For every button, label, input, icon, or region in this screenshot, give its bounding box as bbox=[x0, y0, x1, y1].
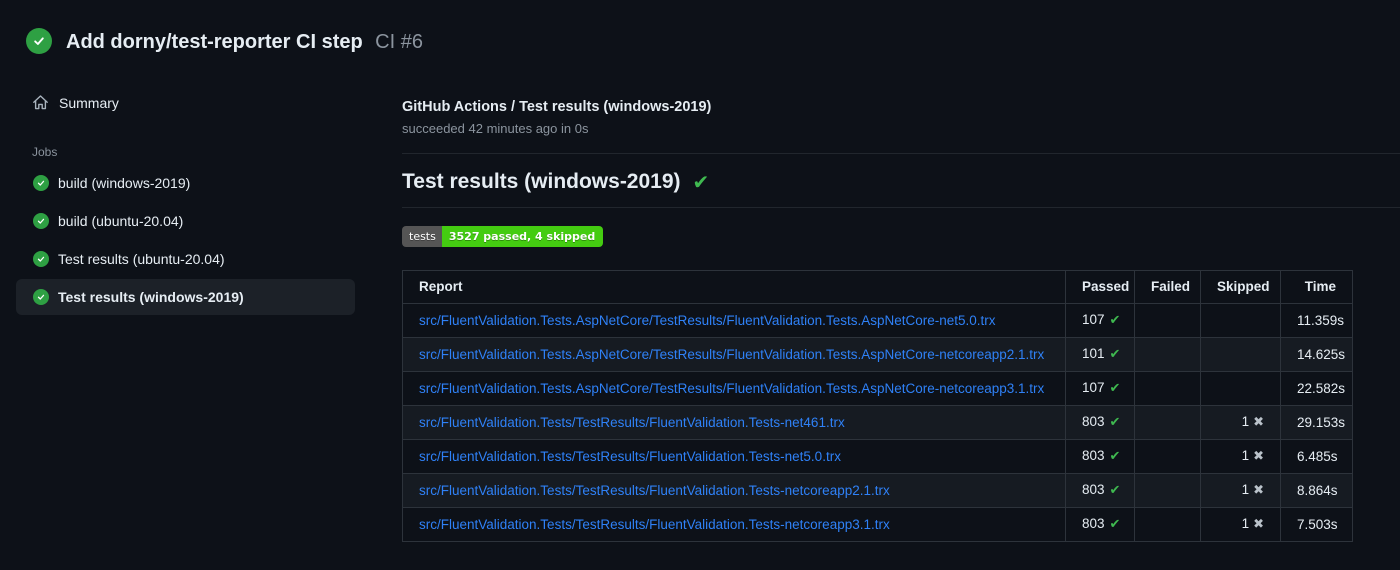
skipped-cell bbox=[1200, 303, 1281, 338]
jobs-section-label: Jobs bbox=[32, 145, 58, 159]
column-header-time: Time bbox=[1280, 270, 1353, 304]
jobs-list: build (windows-2019) build (ubuntu-20.04… bbox=[0, 165, 400, 315]
skipped-cell: 1 ✖ bbox=[1200, 507, 1281, 542]
passed-cell: 107 ✔ bbox=[1065, 371, 1135, 406]
sidebar: Summary Jobs build (windows-2019) build … bbox=[0, 70, 400, 570]
section-title: Test results (windows-2019) bbox=[402, 170, 681, 193]
passed-cell: 803 ✔ bbox=[1065, 405, 1135, 440]
table-row: src/FluentValidation.Tests/TestResults/F… bbox=[402, 507, 1353, 542]
report-link[interactable]: src/FluentValidation.Tests.AspNetCore/Te… bbox=[419, 313, 996, 328]
report-link[interactable]: src/FluentValidation.Tests/TestResults/F… bbox=[419, 517, 890, 532]
main-content: GitHub Actions / Test results (windows-2… bbox=[402, 70, 1400, 570]
column-header-passed: Passed bbox=[1065, 270, 1135, 304]
skipped-cell bbox=[1200, 371, 1281, 406]
sidebar-item-summary[interactable]: Summary bbox=[16, 86, 355, 119]
skipped-cell bbox=[1200, 337, 1281, 372]
tests-badge: tests 3527 passed, 4 skipped bbox=[402, 226, 604, 247]
sidebar-job-item[interactable]: Test results (ubuntu-20.04) bbox=[16, 241, 355, 277]
report-link[interactable]: src/FluentValidation.Tests/TestResults/F… bbox=[419, 415, 845, 430]
failed-cell bbox=[1134, 439, 1201, 474]
table-row: src/FluentValidation.Tests/TestResults/F… bbox=[402, 473, 1353, 508]
skip-cross-icon: ✖ bbox=[1253, 517, 1264, 532]
pass-check-icon: ✔ bbox=[1109, 415, 1121, 430]
sidebar-summary-label: Summary bbox=[59, 94, 119, 111]
run-title-wrap: Add dorny/test-reporter CI step CI #6 bbox=[66, 31, 423, 54]
column-header-report: Report bbox=[402, 270, 1066, 304]
skipped-cell: 1 ✖ bbox=[1200, 405, 1281, 440]
time-cell: 14.625s bbox=[1280, 337, 1353, 372]
job-check-circle-icon bbox=[33, 213, 49, 229]
results-table-body: src/FluentValidation.Tests.AspNetCore/Te… bbox=[402, 303, 1353, 542]
passed-cell: 803 ✔ bbox=[1065, 439, 1135, 474]
table-row: src/FluentValidation.Tests.AspNetCore/Te… bbox=[402, 337, 1353, 372]
passed-cell: 803 ✔ bbox=[1065, 473, 1135, 508]
pass-check-icon: ✔ bbox=[1109, 483, 1121, 498]
table-row: src/FluentValidation.Tests/TestResults/F… bbox=[402, 405, 1353, 440]
skip-cross-icon: ✖ bbox=[1253, 449, 1264, 464]
skipped-cell: 1 ✖ bbox=[1200, 439, 1281, 474]
time-cell: 8.864s bbox=[1280, 473, 1353, 508]
job-check-circle-icon bbox=[33, 289, 49, 305]
report-link[interactable]: src/FluentValidation.Tests.AspNetCore/Te… bbox=[419, 347, 1044, 362]
time-cell: 7.503s bbox=[1280, 507, 1353, 542]
pass-check-icon: ✔ bbox=[1109, 381, 1121, 396]
column-header-skipped: Skipped bbox=[1200, 270, 1281, 304]
job-item-label: Test results (windows-2019) bbox=[58, 289, 244, 305]
pass-check-icon: ✔ bbox=[1109, 517, 1121, 532]
pass-check-icon: ✔ bbox=[1109, 347, 1121, 362]
run-number: CI #6 bbox=[375, 31, 423, 53]
skip-cross-icon: ✖ bbox=[1253, 483, 1264, 498]
time-cell: 6.485s bbox=[1280, 439, 1353, 474]
divider bbox=[402, 207, 1400, 208]
table-row: src/FluentValidation.Tests.AspNetCore/Te… bbox=[402, 303, 1353, 338]
home-icon bbox=[32, 94, 49, 111]
time-cell: 22.582s bbox=[1280, 371, 1353, 406]
check-run-status: succeeded 42 minutes ago in 0s bbox=[402, 121, 589, 136]
failed-cell bbox=[1134, 303, 1201, 338]
tests-badge-value: 3527 passed, 4 skipped bbox=[441, 226, 604, 247]
skipped-cell: 1 ✖ bbox=[1200, 473, 1281, 508]
failed-cell bbox=[1134, 371, 1201, 406]
tests-badge-label: tests bbox=[402, 226, 442, 247]
column-header-failed: Failed bbox=[1134, 270, 1201, 304]
failed-cell bbox=[1134, 473, 1201, 508]
pass-check-icon: ✔ bbox=[1109, 449, 1121, 464]
job-item-label: build (ubuntu-20.04) bbox=[58, 213, 184, 229]
job-item-label: Test results (ubuntu-20.04) bbox=[58, 251, 225, 267]
report-link[interactable]: src/FluentValidation.Tests/TestResults/F… bbox=[419, 449, 841, 464]
job-check-circle-icon bbox=[33, 175, 49, 191]
check-icon: ✔ bbox=[692, 170, 710, 194]
job-item-label: build (windows-2019) bbox=[58, 175, 191, 191]
failed-cell bbox=[1134, 405, 1201, 440]
divider bbox=[402, 153, 1400, 154]
skip-cross-icon: ✖ bbox=[1253, 415, 1264, 430]
pass-check-icon: ✔ bbox=[1109, 313, 1121, 328]
run-title: Add dorny/test-reporter CI step bbox=[66, 31, 363, 53]
sidebar-job-item[interactable]: Test results (windows-2019) bbox=[16, 279, 355, 315]
check-run-title: GitHub Actions / Test results (windows-2… bbox=[402, 99, 712, 115]
run-header: Add dorny/test-reporter CI step CI #6 bbox=[0, 0, 1400, 70]
passed-cell: 107 ✔ bbox=[1065, 303, 1135, 338]
sidebar-job-item[interactable]: build (windows-2019) bbox=[16, 165, 355, 201]
time-cell: 29.153s bbox=[1280, 405, 1353, 440]
table-header-row: Report Passed Failed Skipped Time bbox=[402, 270, 1353, 304]
run-status-check-circle-icon bbox=[26, 28, 52, 54]
report-link[interactable]: src/FluentValidation.Tests.AspNetCore/Te… bbox=[419, 381, 1044, 396]
job-check-circle-icon bbox=[33, 251, 49, 267]
results-table: Report Passed Failed Skipped Time src/Fl… bbox=[402, 270, 1353, 542]
section-heading: Test results (windows-2019) ✔ bbox=[402, 169, 1400, 195]
table-row: src/FluentValidation.Tests/TestResults/F… bbox=[402, 439, 1353, 474]
report-link[interactable]: src/FluentValidation.Tests/TestResults/F… bbox=[419, 483, 890, 498]
failed-cell bbox=[1134, 337, 1201, 372]
sidebar-job-item[interactable]: build (ubuntu-20.04) bbox=[16, 203, 355, 239]
passed-cell: 101 ✔ bbox=[1065, 337, 1135, 372]
failed-cell bbox=[1134, 507, 1201, 542]
passed-cell: 803 ✔ bbox=[1065, 507, 1135, 542]
table-row: src/FluentValidation.Tests.AspNetCore/Te… bbox=[402, 371, 1353, 406]
time-cell: 11.359s bbox=[1280, 303, 1353, 338]
